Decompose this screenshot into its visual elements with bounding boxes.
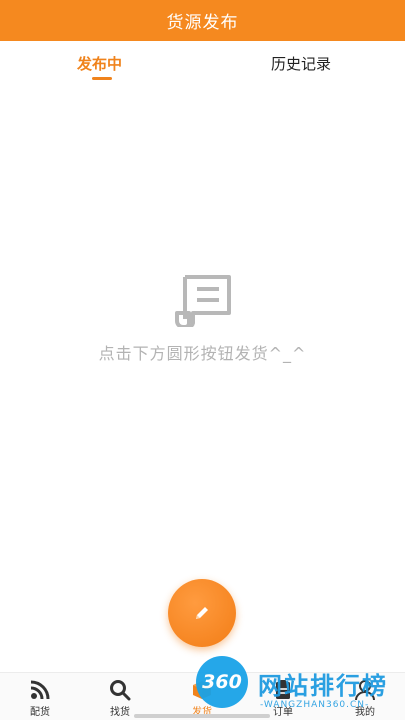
search-icon (110, 680, 131, 701)
tab-bar-top: 发布中 历史记录 (0, 41, 405, 89)
app-header: 货源发布 (0, 0, 405, 41)
watermark-logo: 360 (196, 656, 248, 708)
tabbar-item-match[interactable]: 配货 (10, 679, 70, 718)
page-title: 货源发布 (166, 13, 239, 33)
pencil-icon (196, 607, 208, 619)
tab-publishing[interactable]: 发布中 (77, 53, 122, 74)
tabbar-label: 配货 (30, 707, 50, 718)
tabbar-label: 找货 (110, 707, 130, 718)
tabbar-item-find[interactable]: 找货 (90, 679, 150, 718)
active-tab-indicator (92, 77, 112, 80)
watermark-subtitle: -WANGZHAN360.CN- (260, 700, 370, 710)
publish-fab-button[interactable] (168, 579, 236, 647)
tab-history[interactable]: 历史记录 (271, 53, 331, 74)
document-scroll-icon (175, 275, 231, 327)
rss-icon (30, 680, 50, 700)
empty-state-message: 点击下方圆形按钮发货^_^ (98, 344, 307, 363)
watermark-title: 网站排行榜 (258, 672, 388, 700)
home-indicator (134, 714, 270, 718)
